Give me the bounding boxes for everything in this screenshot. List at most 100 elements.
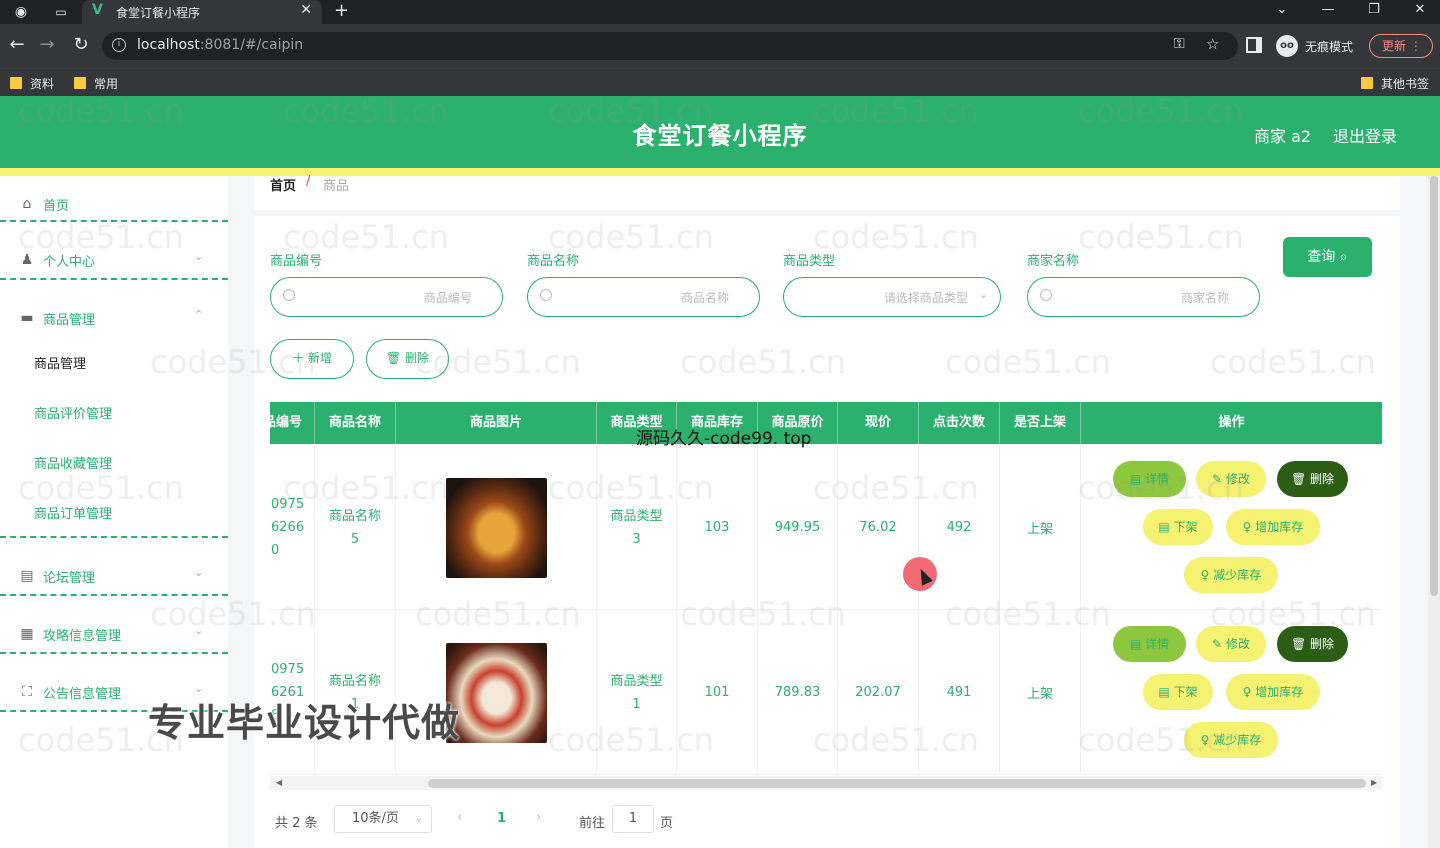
detail-button[interactable]: ▤ 详情 [1113, 461, 1186, 497]
sidebar-sub-favorites[interactable]: 商品收藏管理 [34, 453, 112, 472]
edit-button[interactable]: ✎ 修改 [1196, 626, 1266, 662]
bulb-icon: ♀ [1242, 520, 1252, 534]
current-user: 商家 a2 [1254, 127, 1312, 146]
cell-clicks: 491 [919, 610, 1000, 775]
side-panel-icon[interactable] [1246, 37, 1262, 53]
scrollbar-thumb[interactable] [428, 779, 1366, 788]
bulb-icon: ♀ [1200, 733, 1210, 747]
url-field[interactable]: i localhost:8081/#/caipin ⚿ ☆ [102, 32, 1238, 60]
page-number[interactable]: 1 [497, 811, 506, 826]
update-button[interactable]: 更新 ⋮ [1369, 34, 1433, 58]
tab-window-icon[interactable]: ▭ [50, 3, 72, 21]
window-close-icon[interactable]: ✕ [1400, 0, 1440, 24]
new-tab-icon[interactable]: + [334, 0, 349, 22]
back-icon[interactable]: ← [6, 34, 28, 55]
scroll-right-icon[interactable]: ▶ [1371, 778, 1377, 787]
goto-page-input[interactable]: 1 [612, 805, 654, 833]
key-icon[interactable]: ⚿ [1174, 36, 1185, 52]
add-button[interactable]: ＋ 新增 [270, 339, 354, 379]
source-overlay-text: 源码久久-code99. top [636, 429, 812, 449]
info-icon[interactable]: i [112, 38, 126, 52]
next-page-button[interactable]: › [536, 810, 541, 825]
file-icon: ▤ [1129, 637, 1142, 651]
bulb-icon: ♀ [1200, 568, 1210, 582]
add-stock-button[interactable]: ♀ 增加库存 [1226, 674, 1320, 710]
incognito-label: 无痕模式 [1305, 40, 1354, 54]
code-filter-input[interactable]: 商品编号 [270, 277, 503, 317]
trash-icon: 🗑 [1290, 637, 1307, 651]
page-vertical-scrollbar[interactable] [1428, 176, 1440, 848]
sidebar-sub-goods[interactable]: 商品管理 [34, 353, 86, 372]
browser-tab[interactable]: V 食堂订餐小程序 ✕ [82, 0, 322, 24]
scrollbar-thumb[interactable] [1430, 176, 1438, 596]
query-button[interactable]: 查询 ⌕ [1283, 237, 1372, 277]
cell-name: 商品名称 5 [315, 445, 396, 610]
reload-icon[interactable]: ↻ [70, 34, 92, 55]
reduce-stock-button[interactable]: ♀ 减少库存 [1184, 722, 1278, 758]
star-icon[interactable]: ☆ [1206, 35, 1219, 53]
edit-button[interactable]: ✎ 修改 [1196, 461, 1266, 497]
scroll-left-icon[interactable]: ◀ [276, 778, 282, 787]
vue-logo-icon: V [92, 2, 103, 18]
bulb-icon: ♀ [1242, 685, 1252, 699]
globe-icon[interactable]: ◉ [12, 3, 30, 21]
incognito-icon[interactable]: oo [1276, 35, 1298, 57]
search-icon: ⌕ [1339, 249, 1348, 265]
sidebar-sub-orders[interactable]: 商品订单管理 [34, 503, 112, 522]
url-text[interactable]: localhost:8081/#/caipin [137, 37, 303, 53]
sidebar-item-goods[interactable]: ▬ 商品管理 ⌃ [0, 290, 228, 346]
add-stock-button[interactable]: ♀ 增加库存 [1226, 509, 1320, 545]
cell-listed: 上架 [1000, 445, 1081, 610]
minimize-icon[interactable]: — [1308, 0, 1348, 24]
food-image[interactable] [445, 642, 547, 743]
folder-icon [10, 77, 22, 89]
sidebar-item-label: 商品管理 [43, 313, 96, 328]
delete-button[interactable]: 🗑 删除 [1277, 626, 1348, 662]
sidebar-item-label: 论坛管理 [43, 571, 96, 586]
notice-icon: ⛶ [22, 684, 32, 700]
chevron-down-icon: ⌄ [978, 288, 988, 301]
merchant-filter-input[interactable]: 商家名称 [1027, 277, 1260, 317]
close-icon[interactable]: ✕ [300, 2, 312, 18]
th-code: 商品编号 [270, 402, 315, 444]
bookmarks-bar: 资料 常用 其他书签 [0, 68, 1440, 96]
cell-orig-price: 949.95 [758, 445, 838, 610]
page-size-select[interactable]: 10条/页 ⌄ [334, 805, 432, 833]
reduce-stock-button[interactable]: ♀ 减少库存 [1184, 557, 1278, 593]
th-name: 商品名称 [315, 402, 396, 444]
restore-icon[interactable]: ❐ [1354, 0, 1394, 24]
pencil-icon: ✎ [1212, 472, 1223, 486]
unlist-button[interactable]: ▤ 下架 [1143, 509, 1213, 545]
name-filter-input[interactable]: 商品名称 [527, 277, 760, 317]
detail-button[interactable]: ▤ 详情 [1113, 626, 1186, 662]
forum-icon: ▤ [20, 568, 34, 584]
sidebar-sub-reviews[interactable]: 商品评价管理 [34, 403, 112, 422]
th-image: 商品图片 [396, 402, 597, 444]
food-image[interactable] [445, 477, 547, 578]
sidebar-item-label: 个人中心 [43, 255, 96, 270]
folder-icon [74, 77, 86, 89]
batch-delete-button[interactable]: 🗑 删除 [366, 339, 449, 379]
sidebar: ⌂ 首页 ♟ 个人中心 ⌄ ▬ 商品管理 ⌃ 商品管理 商品评价管理 商品收藏管… [0, 176, 228, 848]
th-actions: 操作 [1218, 415, 1245, 430]
trash-icon: 🗑 [385, 351, 402, 365]
delete-button[interactable]: 🗑 删除 [1277, 461, 1348, 497]
prev-page-button[interactable]: ‹ [457, 810, 462, 825]
name-filter-label: 商品名称 [527, 254, 580, 269]
logout-link[interactable]: 退出登录 [1333, 123, 1397, 147]
sidebar-item-home[interactable]: ⌂ 首页 [0, 176, 228, 232]
merchant-filter-label: 商家名称 [1027, 254, 1080, 269]
code-filter-label: 商品编号 [270, 254, 323, 269]
chevron-down-icon[interactable]: ⌄ [1262, 0, 1302, 24]
type-filter-select[interactable]: 请选择商品类型 ⌄ [783, 277, 1001, 317]
input-placeholder: 商品名称 [680, 291, 729, 305]
address-bar: ← → ↻ i localhost:8081/#/caipin ⚿ ☆ oo 无… [0, 24, 1440, 68]
bookmark-folder-other[interactable]: 其他书签 [1361, 75, 1429, 92]
select-placeholder: 请选择商品类型 [883, 291, 968, 305]
bookmark-folder-changyong[interactable]: 常用 [74, 75, 118, 92]
breadcrumb-home[interactable]: 首页 [270, 175, 296, 194]
bookmark-folder-ziliao[interactable]: 资料 [10, 75, 54, 92]
briefcase-icon: ▬ [20, 310, 34, 326]
forward-icon[interactable]: → [36, 34, 58, 55]
unlist-button[interactable]: ▤ 下架 [1143, 674, 1213, 710]
